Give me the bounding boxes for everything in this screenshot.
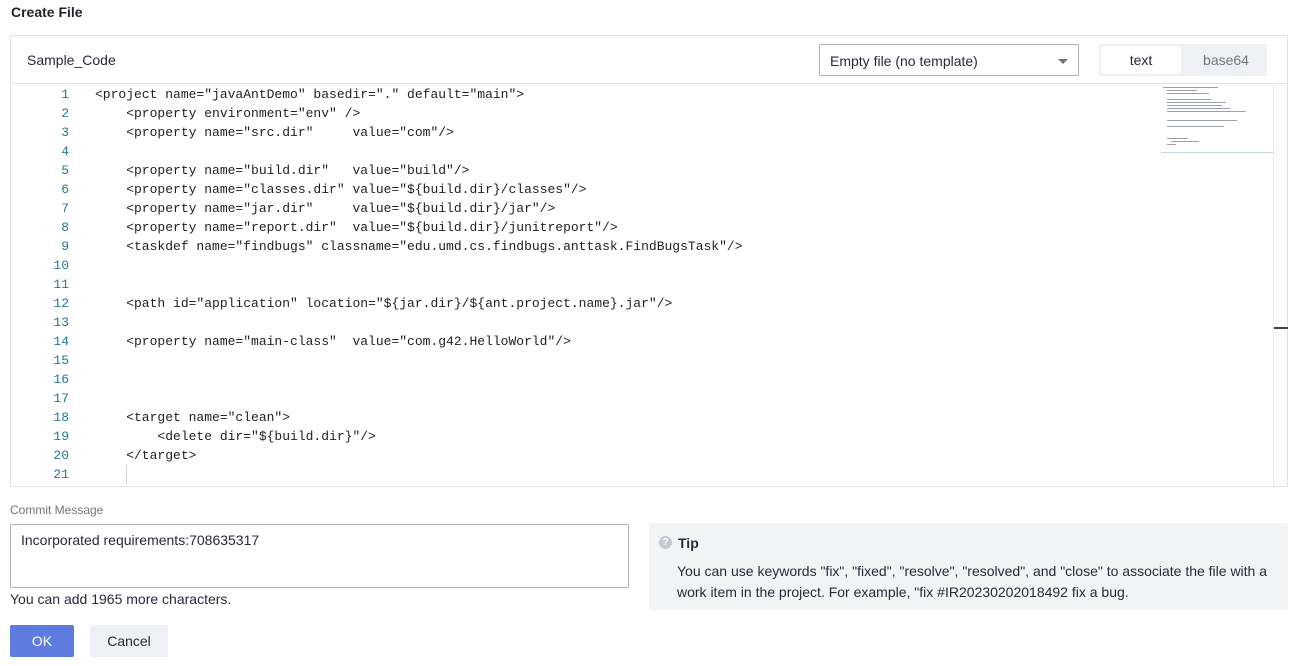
code-text: <path id="application" location="${jar.d… [95, 296, 673, 311]
line-number: 10 [53, 258, 69, 273]
tip-box: ? Tip You can use keywords "fix", "fixed… [649, 523, 1288, 610]
code-line: 12 <path id="application" location="${ja… [11, 294, 1161, 313]
code-line: 10 [11, 256, 1161, 275]
tip-title: Tip [678, 535, 699, 551]
line-number: 11 [53, 277, 69, 292]
line-number: 18 [53, 410, 69, 425]
minimap-line [1167, 126, 1224, 127]
commit-message-label: Commit Message [10, 503, 104, 517]
minimap-line [1167, 111, 1246, 112]
code-line: 8 <property name="report.dir" value="${b… [11, 218, 1161, 237]
template-select-value: Empty file (no template) [830, 53, 978, 69]
minimap-line [1167, 90, 1197, 91]
template-select[interactable]: Empty file (no template) [819, 44, 1079, 76]
code-line: 14 <property name="main-class" value="co… [11, 332, 1161, 351]
line-number: 4 [61, 144, 69, 159]
code-minimap[interactable] [1161, 85, 1273, 153]
minimap-line [1167, 144, 1176, 145]
code-line: 21 [11, 465, 1161, 484]
line-number: 16 [53, 372, 69, 387]
editor-header: Sample_Code Empty file (no template) tex… [11, 36, 1287, 84]
code-text: <delete dir="${build.dir}"/> [95, 429, 376, 444]
line-number: 19 [53, 429, 69, 444]
code-text: <target name="clean"> [95, 410, 291, 425]
line-number: 20 [53, 448, 69, 463]
file-editor-panel: Sample_Code Empty file (no template) tex… [10, 35, 1288, 487]
line-number: 9 [61, 239, 69, 254]
code-line: 16 [11, 370, 1161, 389]
minimap-line [1167, 93, 1209, 94]
code-line: 17 [11, 389, 1161, 408]
minimap-line [1167, 108, 1230, 109]
minimap-line [1167, 99, 1211, 100]
code-line: 15 [11, 351, 1161, 370]
minimap-line [1167, 138, 1188, 139]
code-text: <property name="main-class" value="com.g… [95, 334, 571, 349]
code-text: <property name="jar.dir" value="${build.… [95, 201, 556, 216]
file-name[interactable]: Sample_Code [27, 52, 116, 68]
line-number: 8 [61, 220, 69, 235]
line-number: 15 [53, 353, 69, 368]
line-number: 14 [53, 334, 69, 349]
chevron-down-icon [1058, 59, 1068, 64]
minimap-line [1171, 141, 1199, 142]
question-icon: ? [659, 536, 672, 549]
code-line: 5 <property name="build.dir" value="buil… [11, 161, 1161, 180]
line-number: 3 [61, 125, 69, 140]
minimap-line [1167, 102, 1226, 103]
code-text: <property name="report.dir" value="${bui… [95, 220, 618, 235]
code-text: <property name="build.dir" value="build"… [95, 163, 470, 178]
code-line: 4 [11, 142, 1161, 161]
line-number: 13 [53, 315, 69, 330]
line-number: 17 [53, 391, 69, 406]
code-line: 7 <property name="jar.dir" value="${buil… [11, 199, 1161, 218]
editor-scrollbar[interactable] [1273, 85, 1287, 486]
code-line: 9 <taskdef name="findbugs" classname="ed… [11, 237, 1161, 256]
code-text: <project name="javaAntDemo" basedir="." … [95, 87, 525, 102]
code-text: </target> [95, 448, 197, 463]
line-number: 7 [61, 201, 69, 216]
code-line: 6 <property name="classes.dir" value="${… [11, 180, 1161, 199]
code-text: <property name="src.dir" value="com"/> [95, 125, 454, 140]
encoding-mode-toggle: text base64 [1099, 44, 1267, 76]
minimap-line [1163, 87, 1218, 88]
code-line: 11 [11, 275, 1161, 294]
tip-body: You can use keywords "fix", "fixed", "re… [677, 563, 1268, 600]
line-number: 6 [61, 182, 69, 197]
code-line: 18 <target name="clean"> [11, 408, 1161, 427]
code-line: 3 <property name="src.dir" value="com"/> [11, 123, 1161, 142]
code-line: 13 [11, 313, 1161, 332]
ok-button[interactable]: OK [10, 625, 74, 657]
mode-text-button[interactable]: text [1101, 46, 1181, 74]
line-number: 1 [61, 87, 69, 102]
line-number: 21 [53, 467, 69, 482]
code-text: <property name="classes.dir" value="${bu… [95, 182, 587, 197]
code-text: <taskdef name="findbugs" classname="edu.… [95, 239, 743, 254]
scrollbar-position-marker [1274, 327, 1288, 329]
minimap-line [1167, 120, 1237, 121]
mode-base64-button[interactable]: base64 [1187, 46, 1265, 74]
code-text: <property environment="env" /> [95, 106, 361, 121]
commit-message-input[interactable]: Incorporated requirements:708635317 [10, 524, 629, 588]
cancel-button[interactable]: Cancel [90, 625, 168, 657]
code-line: 20 </target> [11, 446, 1161, 465]
code-line: 2 <property environment="env" /> [11, 104, 1161, 123]
line-number: 12 [53, 296, 69, 311]
line-number: 5 [61, 163, 69, 178]
line-number: 2 [61, 106, 69, 121]
minimap-line [1167, 105, 1222, 106]
code-line: 1 <project name="javaAntDemo" basedir="."… [11, 85, 1161, 104]
code-editor[interactable]: 1 <project name="javaAntDemo" basedir="."… [11, 85, 1273, 486]
code-line: 19 <delete dir="${build.dir}"/> [11, 427, 1161, 446]
remaining-characters-hint: You can add 1965 more characters. [10, 591, 232, 607]
page-title: Create File [11, 4, 83, 20]
